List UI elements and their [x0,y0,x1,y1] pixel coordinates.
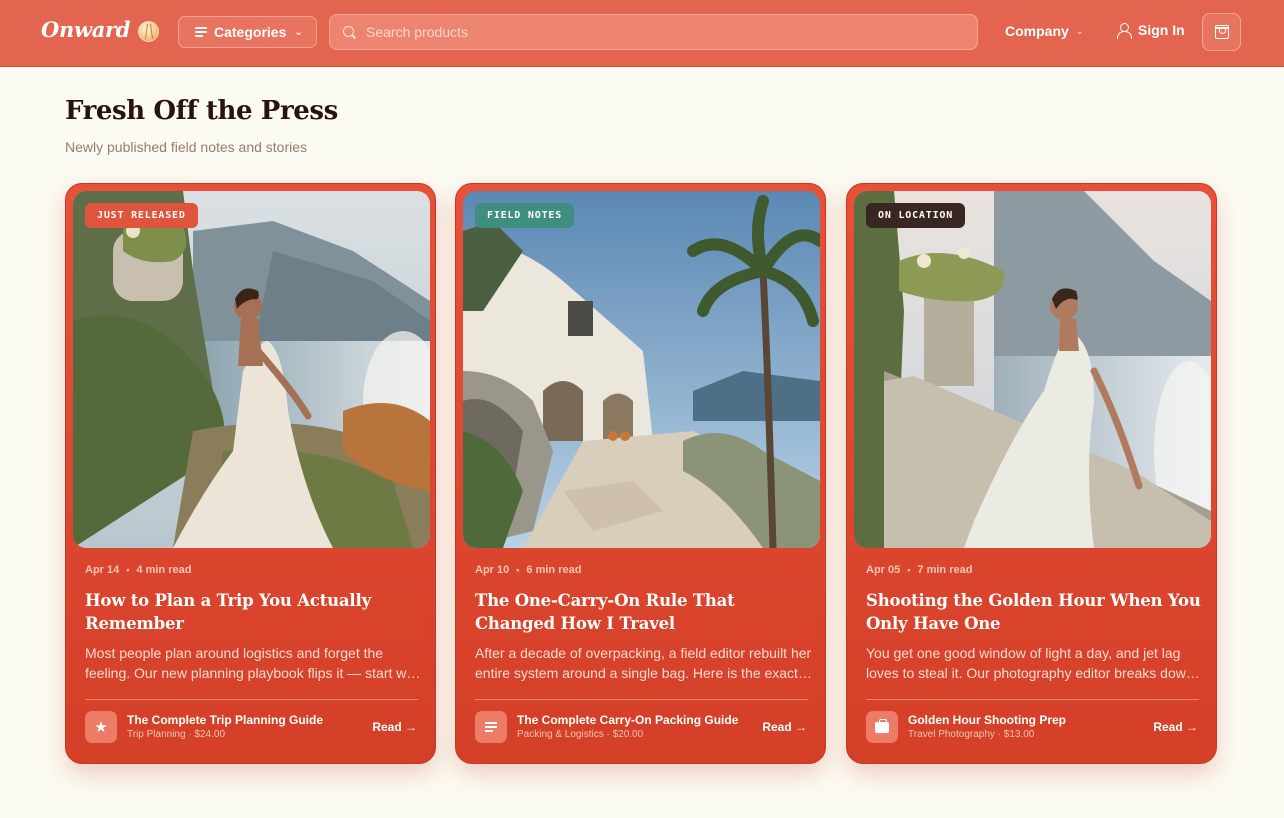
article-title[interactable]: The One-Carry-On Rule That Changed How I… [475,589,815,635]
read-link[interactable]: Read → [762,720,807,734]
card-divider [85,699,418,700]
article-read-time: 7 min read [917,564,973,576]
woman-on-balustrade-photo [854,191,1211,548]
article-excerpt: After a decade of overpacking, a field e… [475,645,812,681]
article-image: ON LOCATION [854,191,1211,548]
separator-dot: • [126,565,130,575]
article-card[interactable]: ON LOCATION Apr 05 • 7 min read Shooting… [846,183,1217,764]
search-icon [343,25,356,39]
briefcase-icon [866,711,898,743]
product-meta: Travel Photography · $13.00 [908,729,1035,740]
section-subtitle: Newly published field notes and stories [65,139,308,155]
article-meta: Apr 14 • 4 min read [85,564,191,576]
product-meta: Packing & Logistics · $20.00 [517,729,644,740]
user-icon [1117,22,1132,39]
read-link[interactable]: Read → [372,720,417,734]
article-title[interactable]: How to Plan a Trip You Actually Remember [85,589,425,635]
separator-dot: • [516,565,520,575]
article-meta: Apr 10 • 6 min read [475,564,581,576]
article-date: Apr 10 [475,564,510,576]
article-read-time: 6 min read [526,564,582,576]
product-meta: Trip Planning · $24.00 [127,729,226,740]
article-card[interactable]: JUST RELEASED Apr 14 • 4 min read How to… [65,183,436,764]
article-image: JUST RELEASED [73,191,430,548]
star-icon: ★ [85,711,117,743]
section-title: Fresh Off the Press [65,96,338,126]
shopping-bag-icon [1214,25,1229,39]
card-divider [475,699,808,700]
article-date: Apr 14 [85,564,120,576]
article-meta: Apr 05 • 7 min read [866,564,972,576]
product-name[interactable]: The Complete Trip Planning Guide [127,713,323,727]
article-image: FIELD NOTES [463,191,820,548]
article-badge: ON LOCATION [866,203,966,228]
product-name[interactable]: The Complete Carry-On Packing Guide [517,713,738,727]
article-badge: JUST RELEASED [85,203,198,228]
sign-in-label: Sign In [1138,22,1185,38]
product-name[interactable]: Golden Hour Shooting Prep [908,713,1066,727]
sign-in-link[interactable]: Sign In [1117,22,1185,39]
menu-icon [195,27,207,37]
separator-dot: • [907,565,911,575]
top-navigation-bar: Onward Categories ⌄ Company ⌄ Sign In [0,0,1284,67]
article-card[interactable]: FIELD NOTES Apr 10 • 6 min read The One-… [455,183,826,764]
article-read-time: 4 min read [136,564,192,576]
chevron-down-icon: ⌄ [294,26,303,38]
card-divider [866,699,1199,700]
search-input[interactable] [366,24,977,40]
article-date: Apr 05 [866,564,901,576]
brand-mark-icon [138,21,159,42]
company-menu-button[interactable]: Company ⌄ [1005,23,1083,39]
article-title[interactable]: Shooting the Golden Hour When You Only H… [866,589,1206,635]
chevron-down-icon: ⌄ [1075,25,1084,36]
article-badge: FIELD NOTES [475,203,575,228]
read-link[interactable]: Read → [1153,720,1198,734]
company-label: Company [1005,23,1069,39]
search-bar[interactable] [329,14,978,50]
cart-button[interactable] [1202,13,1241,51]
document-lines-icon [475,711,507,743]
white-villa-courtyard-photo [463,191,820,548]
categories-menu-button[interactable]: Categories ⌄ [178,16,317,48]
categories-label: Categories [214,24,287,40]
article-excerpt: Most people plan around logistics and fo… [85,645,422,681]
woman-on-cliff-photo [73,191,430,548]
article-excerpt: You get one good window of light a day, … [866,645,1194,681]
brand-logo[interactable]: Onward [41,17,131,42]
